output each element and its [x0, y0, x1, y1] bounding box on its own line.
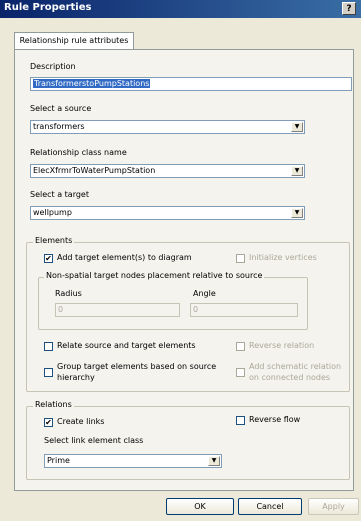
target-value: wellpump	[33, 208, 72, 217]
link-class-select[interactable]: Prime ▼	[44, 454, 222, 468]
elements-group-title: Elements	[33, 236, 75, 245]
reverse-relation-checkbox	[236, 342, 245, 351]
group-target-label-line2: hierarchy	[57, 373, 95, 382]
create-links-checkbox[interactable]: ✔	[44, 418, 53, 427]
reverse-flow-checkbox[interactable]	[236, 416, 245, 425]
chevron-down-icon[interactable]: ▼	[208, 456, 220, 466]
relclass-value: ElecXfrmrToWaterPumpStation	[33, 166, 156, 175]
relate-label: Relate source and target elements	[57, 341, 196, 350]
source-label: Select a source	[30, 104, 92, 113]
link-class-label: Select link element class	[44, 436, 144, 445]
angle-field: 0	[190, 303, 298, 317]
source-value: transformers	[33, 122, 85, 131]
link-class-value: Prime	[47, 456, 70, 465]
group-target-checkbox[interactable]	[44, 368, 53, 377]
reverse-flow-label: Reverse flow	[249, 415, 301, 424]
tab-relationship-rule-attributes[interactable]: Relationship rule attributes	[14, 32, 134, 50]
add-target-label: Add target element(s) to diagram	[57, 253, 192, 262]
group-target-label-line1: Group target elements based on source	[57, 362, 217, 371]
add-schematic-checkbox	[236, 368, 245, 377]
window-title: Rule Properties	[4, 2, 92, 13]
description-field[interactable]: TransformerstoPumpStations	[30, 77, 352, 91]
target-select[interactable]: wellpump ▼	[30, 206, 305, 220]
cancel-button[interactable]: Cancel	[238, 498, 302, 515]
radius-field: 0	[55, 303, 180, 317]
init-vertices-label: Initialize vertices	[249, 253, 317, 262]
target-label: Select a target	[30, 190, 89, 199]
chevron-down-icon[interactable]: ▼	[291, 208, 303, 218]
add-target-checkbox[interactable]: ✔	[44, 254, 53, 263]
relate-checkbox[interactable]	[44, 342, 53, 351]
relclass-label: Relationship class name	[30, 148, 127, 157]
chevron-down-icon[interactable]: ▼	[291, 122, 303, 132]
add-schematic-label-line1: Add schematic relation	[249, 362, 342, 371]
description-value: TransformerstoPumpStations	[33, 79, 151, 88]
init-vertices-checkbox	[236, 254, 245, 263]
radius-label: Radius	[55, 289, 82, 298]
relations-group-title: Relations	[33, 400, 74, 409]
description-label: Description	[30, 62, 76, 71]
source-select[interactable]: transformers ▼	[30, 120, 305, 134]
create-links-label: Create links	[57, 417, 105, 426]
reverse-relation-label: Reverse relation	[249, 341, 315, 350]
apply-button: Apply	[308, 498, 359, 515]
ok-button[interactable]: OK	[166, 498, 234, 515]
add-schematic-label-line2: on connected nodes	[249, 373, 331, 382]
chevron-down-icon[interactable]: ▼	[291, 166, 303, 176]
placement-group-title: Non-spatial target nodes placement relat…	[44, 271, 265, 280]
angle-label: Angle	[193, 289, 216, 298]
relclass-select[interactable]: ElecXfrmrToWaterPumpStation ▼	[30, 164, 305, 178]
help-button[interactable]: ?	[342, 2, 356, 15]
